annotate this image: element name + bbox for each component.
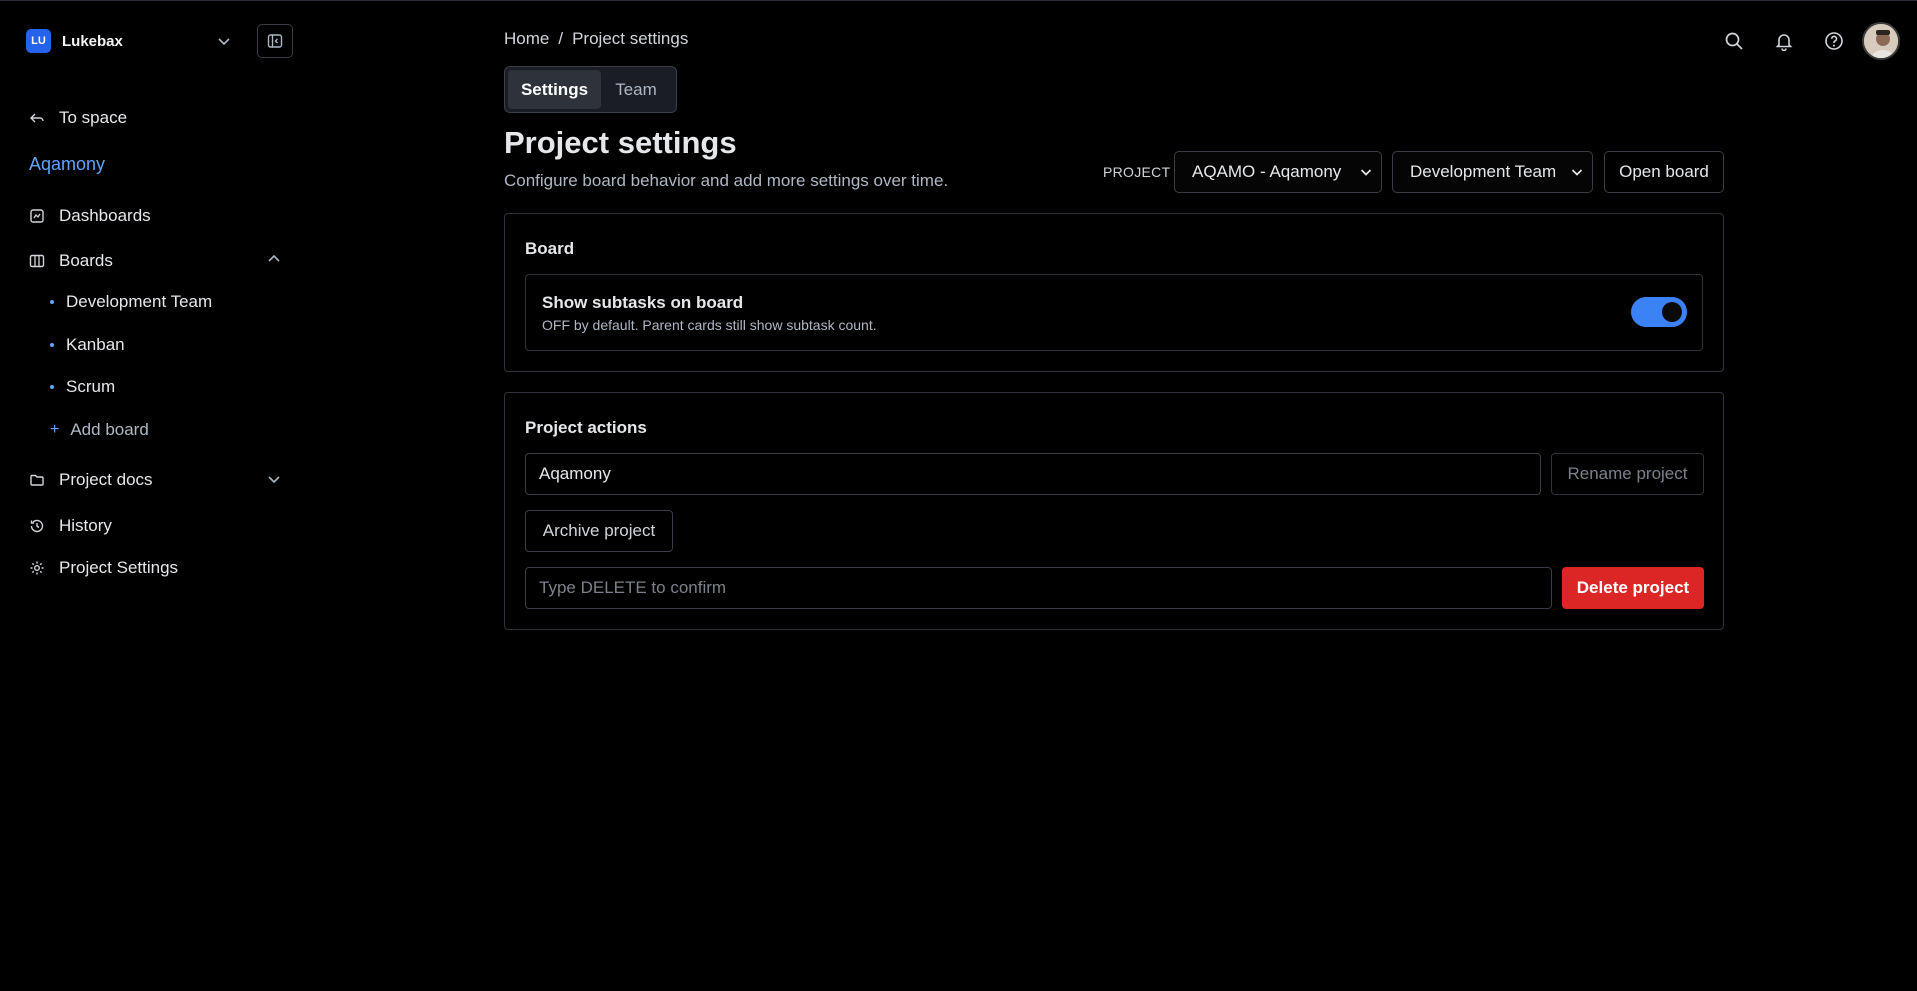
folder-icon bbox=[28, 471, 46, 489]
search-icon[interactable] bbox=[1722, 29, 1746, 53]
bullet-icon bbox=[50, 343, 54, 347]
open-board-button[interactable]: Open board bbox=[1604, 151, 1724, 193]
rename-project-button[interactable]: Rename project bbox=[1551, 453, 1704, 495]
board-select-value: Development Team bbox=[1410, 162, 1557, 181]
chevron-down-icon[interactable] bbox=[266, 471, 282, 487]
add-board-label: Add board bbox=[70, 420, 149, 439]
board-card-title: Board bbox=[525, 239, 575, 258]
board-settings-card: Board Show subtasks on board OFF by defa… bbox=[504, 213, 1724, 372]
delete-confirm-input[interactable]: Type DELETE to confirm bbox=[525, 567, 1552, 609]
board-columns-icon bbox=[28, 252, 46, 270]
setting-description: OFF by default. Parent cards still show … bbox=[542, 317, 877, 333]
board-item-label: Scrum bbox=[66, 377, 116, 396]
project-actions-title: Project actions bbox=[525, 418, 647, 437]
sidebar-item-label: Dashboards bbox=[59, 206, 151, 225]
sidebar-collapse-button[interactable] bbox=[257, 24, 293, 58]
toggle-knob bbox=[1662, 302, 1682, 322]
project-actions-card: Project actions Aqamony Rename project A… bbox=[504, 392, 1724, 630]
project-select-value: AQAMO - Aqamony bbox=[1192, 162, 1342, 181]
board-select[interactable]: Development Team bbox=[1392, 151, 1593, 193]
bell-icon[interactable] bbox=[1772, 29, 1796, 53]
sidebar-collapse-icon bbox=[267, 34, 283, 48]
chevron-down-icon bbox=[1571, 169, 1583, 176]
project-selector-label: PROJECT bbox=[1103, 164, 1171, 180]
sidebar-item-label: Project Settings bbox=[59, 558, 179, 577]
avatar[interactable] bbox=[1862, 22, 1900, 60]
project-name-input[interactable]: Aqamony bbox=[525, 453, 1541, 495]
setting-title: Show subtasks on board bbox=[542, 293, 744, 312]
arrow-left-icon bbox=[28, 109, 46, 127]
board-item-label: Development Team bbox=[66, 292, 213, 311]
workspace-name: Lukebax bbox=[62, 32, 123, 50]
breadcrumb: Home / Project settings bbox=[504, 29, 688, 49]
dashboard-icon bbox=[28, 207, 46, 225]
help-icon[interactable] bbox=[1822, 29, 1846, 53]
back-to-space-link[interactable]: To space bbox=[28, 105, 127, 131]
breadcrumb-separator: / bbox=[558, 29, 564, 48]
sidebar-item-label: Boards bbox=[59, 251, 113, 270]
tab-settings[interactable]: Settings bbox=[508, 70, 601, 109]
user-avatar-image bbox=[1864, 24, 1898, 58]
breadcrumb-current: Project settings bbox=[572, 29, 689, 48]
sidebar-board-development-team[interactable]: Development Team bbox=[50, 290, 212, 314]
chevron-down-icon bbox=[1360, 169, 1372, 176]
sidebar-item-project-settings[interactable]: Project Settings bbox=[28, 555, 178, 581]
chevron-down-icon[interactable] bbox=[216, 33, 232, 49]
bullet-icon bbox=[50, 300, 54, 304]
bullet-icon bbox=[50, 385, 54, 389]
board-item-label: Kanban bbox=[66, 335, 125, 354]
sidebar-item-label: History bbox=[59, 516, 112, 535]
delete-project-button[interactable]: Delete project bbox=[1562, 567, 1704, 609]
sidebar-item-label: Project docs bbox=[59, 470, 153, 489]
page-subtitle: Configure board behavior and add more se… bbox=[504, 171, 949, 190]
sidebar-item-boards[interactable]: Boards bbox=[28, 248, 113, 274]
breadcrumb-home[interactable]: Home bbox=[504, 29, 549, 49]
sidebar-item-history[interactable]: History bbox=[28, 513, 112, 539]
workspace-badge: LU bbox=[26, 29, 51, 53]
show-subtasks-toggle[interactable] bbox=[1631, 297, 1687, 327]
back-to-space-label: To space bbox=[59, 108, 128, 127]
sidebar-board-scrum[interactable]: Scrum bbox=[50, 375, 115, 399]
sidebar: LU Lukebax To space Aqamony Dashboards B… bbox=[0, 0, 300, 991]
archive-project-button[interactable]: Archive project bbox=[525, 510, 673, 552]
workspace-switcher[interactable]: LU Lukebax bbox=[26, 29, 123, 53]
history-icon bbox=[28, 517, 46, 535]
gear-icon bbox=[28, 559, 46, 577]
chevron-up-icon[interactable] bbox=[266, 251, 282, 267]
sidebar-item-dashboards[interactable]: Dashboards bbox=[28, 203, 151, 229]
add-board-button[interactable]: + Add board bbox=[50, 418, 149, 442]
sidebar-item-project-docs[interactable]: Project docs bbox=[28, 467, 153, 493]
show-subtasks-setting: Show subtasks on board OFF by default. P… bbox=[525, 274, 1703, 351]
sidebar-board-kanban[interactable]: Kanban bbox=[50, 333, 125, 357]
project-name-link[interactable]: Aqamony bbox=[29, 154, 105, 175]
project-select[interactable]: AQAMO - Aqamony bbox=[1174, 151, 1382, 193]
tab-team[interactable]: Team bbox=[601, 70, 671, 109]
tab-bar: Settings Team bbox=[504, 66, 677, 113]
plus-icon: + bbox=[50, 421, 60, 438]
page-title: Project settings bbox=[504, 125, 737, 160]
